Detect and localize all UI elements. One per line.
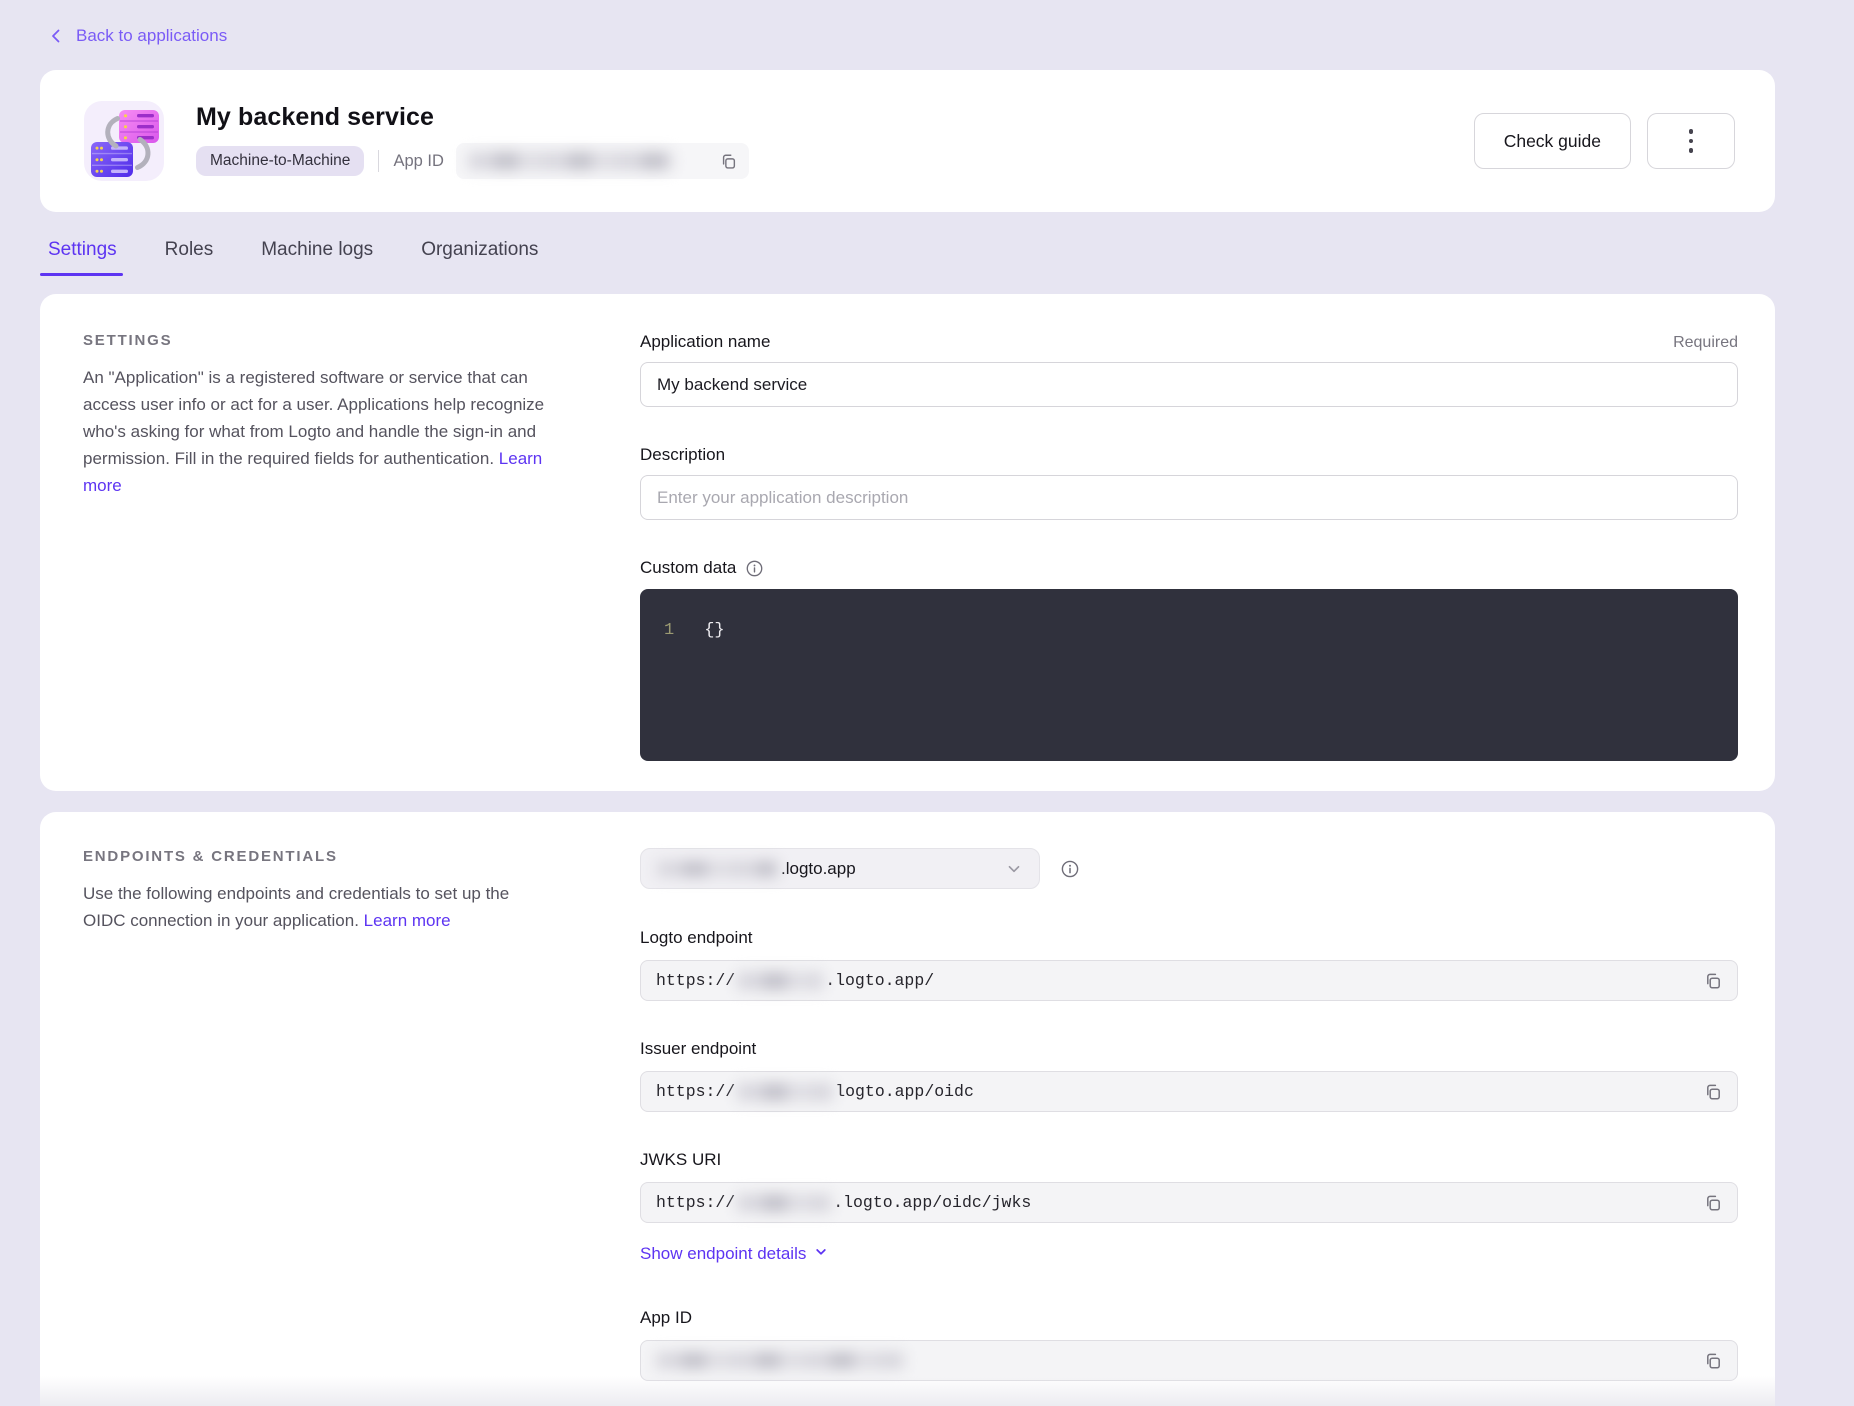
- code-line-number: 1: [664, 620, 674, 642]
- app-id-value-chip: [456, 143, 749, 179]
- application-name-label: Application name: [640, 332, 770, 352]
- settings-card: SETTINGS An "Application" is a registere…: [40, 294, 1775, 791]
- endpoints-credentials-card: ENDPOINTS & CREDENTIALS Use the followin…: [40, 812, 1775, 1406]
- domain-select-value: .logto.app: [781, 859, 856, 879]
- meta-divider: [378, 150, 379, 172]
- redacted-tenant-id: [657, 861, 777, 877]
- redacted-tenant-id: [737, 972, 823, 990]
- logto-endpoint-field[interactable]: https:// .logto.app/: [640, 960, 1738, 1001]
- redacted-tenant-id: [737, 1194, 831, 1212]
- endpoints-section-heading: ENDPOINTS & CREDENTIALS: [83, 848, 545, 865]
- application-name-field-group: Application name Required: [640, 332, 1738, 407]
- issuer-endpoint-field-group: Issuer endpoint https:// logto.app/oidc: [640, 1039, 1738, 1112]
- redacted-app-id-value: [656, 1352, 904, 1369]
- check-guide-button[interactable]: Check guide: [1474, 113, 1631, 169]
- redacted-app-id-value: [468, 152, 673, 170]
- issuer-endpoint-label: Issuer endpoint: [640, 1039, 756, 1059]
- tab-bar: Settings Roles Machine logs Organization…: [48, 239, 1775, 276]
- header-actions: Check guide: [1474, 113, 1735, 169]
- endpoint-suffix: logto.app/oidc: [835, 1082, 974, 1101]
- jwks-uri-field-group: JWKS URI https:// .logto.app/oidc/jwks: [640, 1150, 1738, 1223]
- jwks-uri-field[interactable]: https:// .logto.app/oidc/jwks: [640, 1182, 1738, 1223]
- custom-data-code-editor[interactable]: 1 {}: [640, 589, 1738, 761]
- app-header-card: My backend service Machine-to-Machine Ap…: [40, 70, 1775, 212]
- description-label: Description: [640, 445, 725, 465]
- endpoints-card-intro: ENDPOINTS & CREDENTIALS Use the followin…: [83, 848, 545, 1406]
- endpoint-prefix: https://: [656, 971, 735, 990]
- chevron-down-icon: [814, 1244, 828, 1264]
- machine-to-machine-app-icon: [84, 101, 164, 181]
- info-icon[interactable]: [745, 559, 764, 578]
- domain-select[interactable]: .logto.app: [640, 848, 1040, 889]
- description-field-group: Description: [640, 445, 1738, 520]
- logto-endpoint-field-group: Logto endpoint https:// .logto.app/: [640, 928, 1738, 1001]
- copy-icon[interactable]: [1704, 972, 1722, 990]
- description-input[interactable]: [640, 475, 1738, 520]
- info-icon[interactable]: [1060, 859, 1080, 879]
- settings-card-intro: SETTINGS An "Application" is a registere…: [83, 332, 545, 761]
- endpoints-section-description: Use the following endpoints and credenti…: [83, 880, 545, 934]
- chevron-down-icon: [1005, 860, 1023, 878]
- issuer-endpoint-field[interactable]: https:// logto.app/oidc: [640, 1071, 1738, 1112]
- tab-settings[interactable]: Settings: [48, 239, 117, 276]
- back-to-applications-link[interactable]: Back to applications: [48, 26, 227, 46]
- endpoint-prefix: https://: [656, 1082, 735, 1101]
- endpoint-suffix: .logto.app/oidc/jwks: [833, 1193, 1031, 1212]
- app-type-badge: Machine-to-Machine: [196, 146, 364, 177]
- copy-icon[interactable]: [720, 153, 737, 170]
- endpoints-learn-more-link[interactable]: Learn more: [364, 911, 451, 930]
- active-tab-underline: [40, 273, 123, 276]
- show-endpoint-details-link[interactable]: Show endpoint details: [640, 1244, 828, 1264]
- redacted-tenant-id: [737, 1083, 833, 1101]
- logto-endpoint-label: Logto endpoint: [640, 928, 753, 948]
- page-title: My backend service: [196, 103, 749, 132]
- settings-section-heading: SETTINGS: [83, 332, 545, 349]
- endpoint-prefix: https://: [656, 1193, 735, 1212]
- custom-data-label: Custom data: [640, 558, 736, 578]
- tab-roles[interactable]: Roles: [165, 239, 214, 276]
- tab-machine-logs[interactable]: Machine logs: [261, 239, 373, 276]
- kebab-menu-icon: [1689, 129, 1694, 153]
- custom-data-field-group: Custom data 1 {}: [640, 558, 1738, 761]
- more-actions-button[interactable]: [1647, 113, 1735, 169]
- app-id-field[interactable]: [640, 1340, 1738, 1381]
- app-id-field-group: App ID: [640, 1308, 1738, 1381]
- app-header-info: My backend service Machine-to-Machine Ap…: [196, 103, 749, 179]
- domain-select-row: .logto.app: [640, 848, 1738, 889]
- back-link-label: Back to applications: [76, 26, 227, 46]
- settings-section-description: An "Application" is a registered softwar…: [83, 364, 545, 499]
- jwks-uri-label: JWKS URI: [640, 1150, 721, 1170]
- required-label: Required: [1673, 334, 1738, 352]
- code-line: 1 {}: [664, 620, 1738, 642]
- app-meta-row: Machine-to-Machine App ID: [196, 143, 749, 179]
- application-details-page: Back to applications: [0, 0, 1854, 1406]
- chevron-left-icon: [48, 28, 64, 44]
- copy-icon[interactable]: [1704, 1352, 1722, 1370]
- endpoint-suffix: .logto.app/: [825, 971, 934, 990]
- app-id-field-label: App ID: [640, 1308, 692, 1328]
- tab-organizations[interactable]: Organizations: [421, 239, 538, 276]
- settings-form: Application name Required Description Cu…: [640, 332, 1738, 761]
- endpoints-form: .logto.app Logto endpoint https:// .logt…: [640, 848, 1738, 1406]
- app-id-label: App ID: [393, 152, 443, 171]
- application-name-input[interactable]: [640, 362, 1738, 407]
- code-content: {}: [704, 620, 724, 642]
- copy-icon[interactable]: [1704, 1194, 1722, 1212]
- copy-icon[interactable]: [1704, 1083, 1722, 1101]
